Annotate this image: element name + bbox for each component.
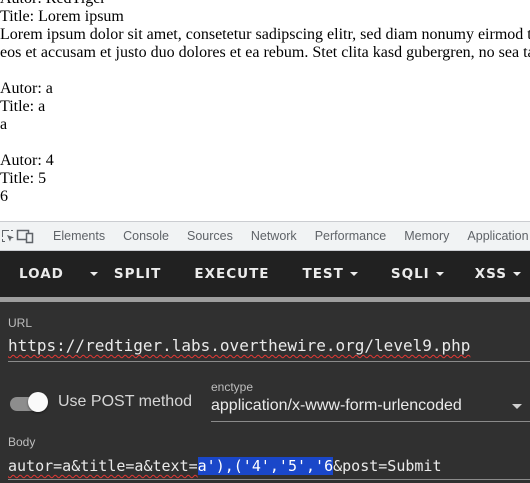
post-text-line: 6 [0,188,8,205]
load-button-label: LOAD [19,266,64,282]
post-method-label: Use POST method [58,393,192,410]
execute-button-label: EXECUTE [194,266,270,282]
enctype-label: enctype [211,380,254,394]
load-menu-button[interactable] [78,251,106,297]
test-menu-button[interactable]: TEST [281,251,369,297]
tab-memory[interactable]: Memory [395,222,458,250]
post-author: Autor: a [0,80,53,97]
sqli-menu-button[interactable]: SQLI [369,251,455,297]
tab-sources[interactable]: Sources [178,222,242,250]
post-method-toggle-knob[interactable] [28,392,48,412]
load-button[interactable]: LOAD [0,251,78,297]
tab-elements[interactable]: Elements [44,222,114,250]
post-entry: Autor: a Title: a a [0,80,530,134]
url-underline [8,361,530,362]
split-button-label: SPLIT [113,266,162,282]
inspect-element-icon[interactable] [0,222,16,250]
url-input[interactable]: https://redtiger.labs.overthewire.org/le… [8,336,470,355]
enctype-underline [211,421,530,422]
body-input[interactable]: autor=a&title=a&text=a'),('4','5','6&pos… [8,457,442,475]
test-button-label: TEST [302,266,344,282]
post-title: Title: Lorem ipsum [0,8,124,25]
post-text-line: a [0,116,8,133]
post-entry: Autor: RedTiger Title: Lorem ipsum Lorem… [0,0,530,62]
body-value-suffix: &post=Submit [333,457,442,475]
tab-performance[interactable]: Performance [306,222,396,250]
tab-application[interactable]: Application [458,222,530,250]
post-text-line: Lorem ipsum dolor sit amet, consetetur s… [0,26,530,43]
chevron-down-icon [435,272,444,276]
xss-menu-button[interactable]: XSS [455,251,530,297]
device-toolbar-icon[interactable] [16,222,34,250]
url-label: URL [8,316,33,330]
enctype-select[interactable]: application/x-www-form-urlencoded [211,397,462,415]
tab-console[interactable]: Console [114,222,178,250]
chevron-down-icon[interactable] [512,404,522,409]
xss-button-label: XSS [474,266,507,282]
post-author: Autor: RedTiger [0,0,530,8]
chevron-down-icon [89,272,98,276]
post-author: Autor: 4 [0,152,54,169]
tab-network[interactable]: Network [242,222,306,250]
body-label: Body [8,435,36,449]
body-underline [8,479,530,480]
page-content: Autor: RedTiger Title: Lorem ipsum Lorem… [0,0,530,221]
body-value-prefix: autor=a&title=a&text= [8,457,198,475]
post-entry: Autor: 4 Title: 5 6 [0,152,530,206]
post-title: Title: 5 [0,170,47,187]
split-button[interactable]: SPLIT [106,251,172,297]
chevron-down-icon [512,272,521,276]
hackbar-toolbar: LOAD SPLIT EXECUTE TEST SQLI XSS [0,251,530,297]
chevron-down-icon [349,272,358,276]
execute-button[interactable]: EXECUTE [172,251,280,297]
url-value: https://redtiger.labs.overthewire.org/le… [8,336,471,355]
sqli-button-label: SQLI [390,266,430,282]
post-title: Title: a [0,98,46,115]
post-text-line: eos et accusam et justo duo dolores et e… [0,44,530,61]
hackbar-form: URL https://redtiger.labs.overthewire.or… [0,302,530,483]
body-selected-text: a'),('4','5','6 [197,457,334,475]
devtools-tab-bar: Elements Console Sources Network Perform… [0,221,530,251]
